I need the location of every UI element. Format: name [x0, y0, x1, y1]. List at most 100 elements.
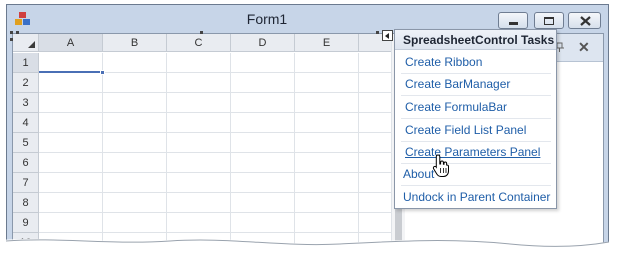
spreadsheet-cell[interactable]	[295, 213, 359, 233]
spreadsheet-cell[interactable]	[167, 73, 231, 93]
smart-tag-button[interactable]	[382, 30, 393, 41]
spreadsheet-cell[interactable]	[39, 153, 103, 173]
spreadsheet-cell[interactable]	[103, 133, 167, 153]
spreadsheet-cell[interactable]	[231, 53, 295, 73]
spreadsheet-cell[interactable]	[295, 53, 359, 73]
row-header-8[interactable]: 8	[13, 193, 39, 213]
spreadsheet-cell[interactable]	[167, 113, 231, 133]
column-header-e[interactable]: E	[295, 34, 359, 52]
row-header-6[interactable]: 6	[13, 153, 39, 173]
spreadsheet-cell[interactable]	[295, 193, 359, 213]
row-header-2[interactable]: 2	[13, 73, 39, 93]
divider	[401, 141, 551, 142]
minimize-button[interactable]	[498, 12, 528, 29]
row-header-1[interactable]: 1	[13, 53, 39, 73]
tasks-popup-title: SpreadsheetControl Tasks	[395, 30, 556, 50]
about-link[interactable]: About	[403, 167, 434, 181]
window-title: Form1	[246, 11, 288, 27]
spreadsheet-cell[interactable]	[167, 93, 231, 113]
spreadsheet-cell[interactable]	[231, 213, 295, 233]
spreadsheet-cell[interactable]	[167, 53, 231, 73]
spreadsheet-control[interactable]: A B C D E 1 2 3 4 5 6 7 8 9 10	[13, 34, 399, 254]
spreadsheet-cell[interactable]	[39, 93, 103, 113]
close-button[interactable]	[568, 12, 601, 29]
column-header-c[interactable]: C	[167, 34, 231, 52]
spreadsheet-cell[interactable]	[167, 233, 231, 253]
spreadsheet-cell[interactable]	[103, 93, 167, 113]
spreadsheet-cell[interactable]	[103, 53, 167, 73]
spreadsheet-cell[interactable]	[167, 153, 231, 173]
selection-handle[interactable]	[10, 31, 13, 34]
spreadsheet-cell[interactable]	[295, 113, 359, 133]
spreadsheet-cell[interactable]	[167, 133, 231, 153]
spreadsheet-cell[interactable]	[231, 173, 295, 193]
spreadsheet-cell[interactable]	[39, 113, 103, 133]
column-header-d[interactable]: D	[231, 34, 295, 52]
divider	[401, 118, 551, 119]
spreadsheet-cell[interactable]	[295, 73, 359, 93]
spreadsheet-cell[interactable]	[231, 113, 295, 133]
fill-handle[interactable]	[100, 70, 105, 75]
undock-in-parent-container-link[interactable]: Undock in Parent Container	[403, 190, 550, 204]
create-ribbon-link[interactable]: Create Ribbon	[405, 55, 482, 69]
active-cell-a1[interactable]	[39, 53, 103, 73]
spreadsheet-cell[interactable]	[295, 133, 359, 153]
create-barmanager-link[interactable]: Create BarManager	[405, 77, 510, 91]
spreadsheet-cell[interactable]	[295, 93, 359, 113]
divider	[401, 73, 551, 74]
spreadsheet-cell[interactable]	[39, 73, 103, 93]
row-header-7[interactable]: 7	[13, 173, 39, 193]
spreadsheet-cell[interactable]	[103, 213, 167, 233]
spreadsheet-cell[interactable]	[103, 173, 167, 193]
column-header-b[interactable]: B	[103, 34, 167, 52]
spreadsheet-cell[interactable]	[103, 233, 167, 253]
spreadsheet-cell[interactable]	[39, 173, 103, 193]
spreadsheet-cell[interactable]	[103, 153, 167, 173]
select-all-triangle-icon	[28, 41, 35, 48]
close-icon[interactable]: ✕	[578, 39, 590, 56]
spreadsheet-cell[interactable]	[39, 133, 103, 153]
close-icon	[580, 16, 591, 26]
select-all-button[interactable]	[13, 34, 39, 52]
spreadsheet-cell[interactable]	[39, 233, 103, 253]
spreadsheet-cell[interactable]	[231, 153, 295, 173]
spreadsheet-cell[interactable]	[231, 233, 295, 253]
row-header-5[interactable]: 5	[13, 133, 39, 153]
row-header-4[interactable]: 4	[13, 113, 39, 133]
column-header-a[interactable]: A	[39, 34, 103, 52]
create-field-list-panel-link[interactable]: Create Field List Panel	[405, 123, 526, 137]
spreadsheet-cell[interactable]	[103, 73, 167, 93]
maximize-icon	[544, 17, 554, 25]
spreadsheet-cell[interactable]	[295, 173, 359, 193]
spreadsheet-cell[interactable]	[231, 93, 295, 113]
selection-handle[interactable]	[376, 31, 379, 34]
selection-handle[interactable]	[200, 31, 203, 34]
maximize-button[interactable]	[534, 12, 564, 29]
divider	[401, 185, 551, 186]
row-header-3[interactable]: 3	[13, 93, 39, 113]
spreadsheet-cell[interactable]	[231, 133, 295, 153]
divider	[401, 95, 551, 96]
spreadsheet-cell[interactable]	[167, 173, 231, 193]
row-header-10[interactable]: 10	[13, 233, 39, 253]
tasks-popup: SpreadsheetControl Tasks Create Ribbon C…	[394, 29, 557, 209]
spreadsheet-cell[interactable]	[231, 73, 295, 93]
create-formulabar-link[interactable]: Create FormulaBar	[405, 100, 507, 114]
spreadsheet-cell[interactable]	[231, 193, 295, 213]
selection-handle[interactable]	[16, 31, 19, 34]
spreadsheet-cell[interactable]	[295, 233, 359, 253]
spreadsheet-cell[interactable]	[167, 213, 231, 233]
selection-handle[interactable]	[10, 38, 13, 41]
spreadsheet-cell[interactable]	[103, 193, 167, 213]
create-parameters-panel-link[interactable]: Create Parameters Panel	[405, 145, 540, 159]
spreadsheet-cell[interactable]	[39, 213, 103, 233]
smart-tag-arrow-icon	[385, 33, 389, 39]
spreadsheet-cell[interactable]	[103, 113, 167, 133]
hand-pointer-icon	[432, 154, 449, 177]
spreadsheet-cell[interactable]	[39, 193, 103, 213]
spreadsheet-cell[interactable]	[295, 153, 359, 173]
divider	[401, 163, 551, 164]
minimize-icon	[509, 22, 518, 25]
spreadsheet-cell[interactable]	[167, 193, 231, 213]
row-header-9[interactable]: 9	[13, 213, 39, 233]
